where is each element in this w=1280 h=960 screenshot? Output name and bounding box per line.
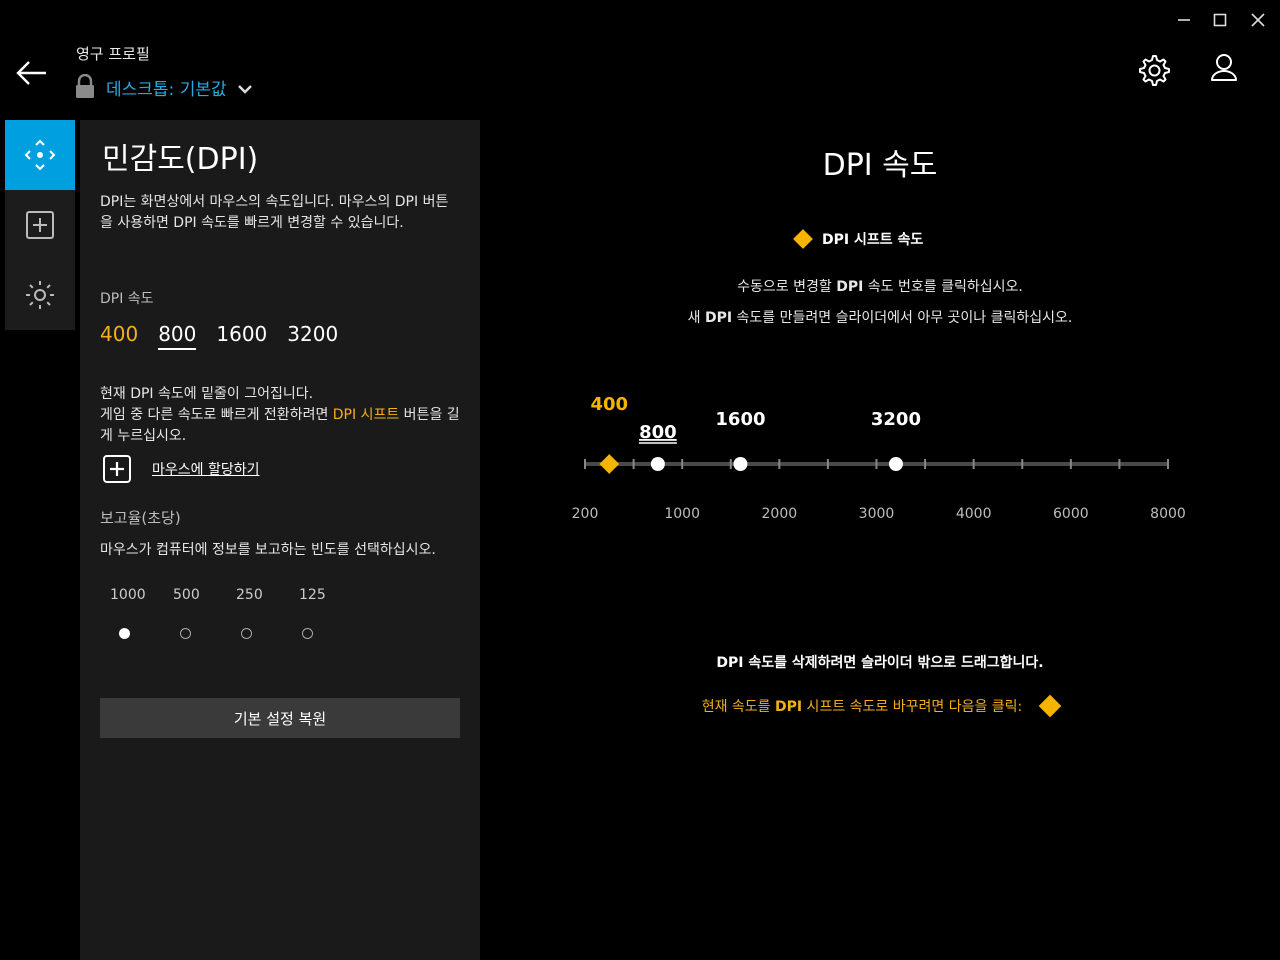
back-button[interactable] <box>14 56 50 90</box>
rail-item-sensitivity[interactable] <box>5 120 75 190</box>
maximize-button[interactable] <box>1208 8 1232 32</box>
report-rate-description: 마우스가 컴퓨터에 정보를 보고하는 빈도를 선택하십시오. <box>100 542 436 558</box>
profile-name: 데스크톱: 기본값 <box>106 79 227 100</box>
scale-label: 4000 <box>956 506 992 522</box>
lock-icon <box>76 74 94 98</box>
dpi-section-label: DPI 속도 <box>100 291 154 307</box>
dpi-point-label-400: 400 <box>591 394 629 415</box>
instr-1-end: 속도 번호를 클릭하십시오. <box>863 279 1023 295</box>
scale-label: 8000 <box>1150 506 1186 522</box>
minimize-button[interactable] <box>1172 8 1196 32</box>
dpi-level-800[interactable]: 800 <box>158 322 197 350</box>
arrow-left-icon <box>16 61 46 85</box>
scale-label: 200 <box>572 506 599 522</box>
instr-1-bold: DPI <box>836 279 864 295</box>
set-shift-diamond-button[interactable] <box>1038 694 1062 718</box>
scale-label: 2000 <box>762 506 798 522</box>
settings-panel: 민감도(DPI) DPI는 화면상에서 마우스의 속도입니다. 마우스의 DPI… <box>80 120 480 960</box>
feature-rail <box>5 120 75 330</box>
dpi-point-label-1600: 1600 <box>715 409 765 430</box>
dpi-point-label-800: 800 <box>639 422 677 443</box>
plus-box-icon <box>26 211 54 239</box>
chevron-down-icon <box>237 85 252 94</box>
assign-to-mouse-link[interactable]: 마우스에 할당하기 <box>152 459 260 479</box>
dpi-level-1600[interactable]: 1600 <box>216 322 267 350</box>
dpi-shift-legend: DPI 시프트 속도 <box>793 229 924 249</box>
radio-rate-500[interactable] <box>180 628 191 639</box>
instruction-line-2: 새 DPI 속도를 만들려면 슬라이더에서 아무 곳이나 클릭하십시오. <box>480 307 1280 327</box>
dpi-point-3200[interactable] <box>888 457 903 471</box>
user-icon <box>1211 54 1237 81</box>
plus-box-icon[interactable] <box>102 454 132 484</box>
profile-type-label: 영구 프로필 <box>76 45 150 63</box>
rate-value-250: 250 <box>236 587 263 603</box>
dpi-point-800[interactable] <box>650 457 665 471</box>
report-rate-label: 보고율(초당) <box>100 509 181 527</box>
info-line-1: 현재 DPI 속도에 밑줄이 그어집니다. <box>100 386 314 402</box>
profile-selector[interactable]: 데스크톱: 기본값 <box>74 74 253 100</box>
radio-rate-250[interactable] <box>241 628 252 639</box>
instr-2-end: 속도를 만들려면 슬라이더에서 아무 곳이나 클릭하십시오. <box>732 310 1073 326</box>
scale-label: 6000 <box>1053 506 1089 522</box>
rate-value-125: 125 <box>299 587 326 603</box>
dpi-point-1600[interactable] <box>733 457 748 471</box>
shift-hint-bold: DPI <box>775 699 803 715</box>
delete-hint: DPI 속도를 삭제하려면 슬라이더 밖으로 드래그합니다. <box>716 655 1044 671</box>
shift-hint-end: 시프트 속도로 바꾸려면 다음을 클릭: <box>802 699 1023 715</box>
panel-title: 민감도(DPI) <box>102 142 259 177</box>
instr-2-bold: DPI <box>704 310 733 326</box>
scale-label: 1000 <box>664 506 700 522</box>
account-button[interactable] <box>1207 52 1241 86</box>
radio-rate-1000[interactable] <box>119 628 130 639</box>
assign-to-mouse-row: 마우스에 할당하기 <box>102 454 260 484</box>
instr-2-text: 새 <box>687 310 705 326</box>
gear-icon <box>1139 55 1170 86</box>
set-shift-row: 현재 속도를 DPI 시프트 속도로 바꾸려면 다음을 클릭: <box>480 694 1280 718</box>
restore-defaults-button[interactable]: 기본 설정 복원 <box>100 698 460 738</box>
dpi-slider[interactable]: 200 1000 2000 3000 4000 6000 8000 400 800 1600 320… <box>560 380 1200 540</box>
info-line-2-text: 게임 중 다른 속도로 빠르게 전환하려면 <box>100 407 333 423</box>
dpi-shift-highlight: DPI 시프트 <box>332 407 400 423</box>
rail-item-lighting[interactable] <box>5 260 75 330</box>
dpi-point-400[interactable] <box>599 454 620 474</box>
panel-description: DPI는 화면상에서 마우스의 속도입니다. 마우스의 DPI 버튼을 사용하면… <box>100 194 449 231</box>
radio-rate-125[interactable] <box>302 628 313 639</box>
report-rate-radios <box>119 628 363 639</box>
close-button[interactable] <box>1246 8 1270 32</box>
legend-label: DPI 시프트 속도 <box>822 232 924 248</box>
instr-1-text: 수동으로 변경할 <box>737 279 837 295</box>
instruction-line-1: 수동으로 변경할 DPI 속도 번호를 클릭하십시오. <box>480 276 1280 296</box>
scale-label: 3000 <box>859 506 895 522</box>
rail-item-assignments[interactable] <box>5 190 75 260</box>
diamond-icon <box>793 229 813 249</box>
dpi-point-label-3200: 3200 <box>871 409 921 430</box>
dpi-level-list: 400 800 1600 3200 <box>100 322 338 350</box>
settings-button[interactable] <box>1136 52 1170 86</box>
shift-hint-text: 현재 속도를 <box>701 699 776 715</box>
dpi-info-text: 현재 DPI 속도에 밑줄이 그어집니다. 게임 중 다른 속도로 빠르게 전환… <box>100 384 465 447</box>
report-rate-values: 1000 500 250 125 <box>110 587 362 603</box>
dpi-level-400[interactable]: 400 <box>100 322 138 350</box>
move-arrows-icon <box>24 139 56 171</box>
rate-value-500: 500 <box>173 587 200 603</box>
dpi-level-3200[interactable]: 3200 <box>287 322 338 350</box>
sun-lighting-icon <box>26 281 54 309</box>
main-title: DPI 속도 <box>822 148 938 183</box>
set-shift-hint: 현재 속도를 DPI 시프트 속도로 바꾸려면 다음을 클릭: <box>702 696 1023 716</box>
info-line-2: 게임 중 다른 속도로 빠르게 전환하려면 DPI 시프트 버튼을 길게 누르십… <box>100 405 465 447</box>
rate-value-1000: 1000 <box>110 587 146 603</box>
